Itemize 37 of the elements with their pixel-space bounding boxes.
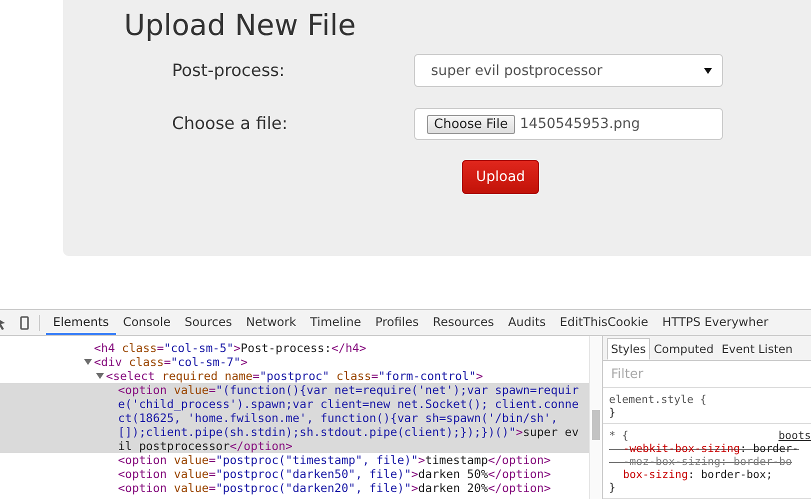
field-label: Post-process: xyxy=(172,60,285,80)
expand-triangle-icon[interactable] xyxy=(84,358,92,366)
devtools-tab[interactable]: Audits xyxy=(501,310,553,335)
devtools-tab[interactable]: Profiles xyxy=(368,310,426,335)
devtools-tab[interactable]: Console xyxy=(116,310,178,335)
dom-node-line[interactable]: <option value="postproc("timestamp", file)">timestamp</option> xyxy=(0,453,589,467)
dom-node-line[interactable]: <select required name="postproc" class="form-control"> xyxy=(0,369,589,383)
devtools-tab[interactable]: Sources xyxy=(178,310,240,335)
dom-node-line[interactable]: <div class="col-sm-7"> xyxy=(0,355,589,369)
dom-node-line[interactable]: <option value="postproc("darken50", file)">darken 50%</option> xyxy=(0,467,589,481)
dropdown-caret-icon xyxy=(704,68,712,74)
styles-tab[interactable]: Styles xyxy=(607,338,650,360)
css-brace: } xyxy=(609,406,617,419)
stylesheet-link[interactable]: boots xyxy=(778,429,811,442)
styles-tab[interactable]: Event Listen xyxy=(718,338,797,360)
file-name: 1450545953.png xyxy=(520,116,640,132)
postprocess-select[interactable]: super evil postprocessor xyxy=(414,54,723,87)
devtools-tab[interactable]: EditThisCookie xyxy=(552,310,656,335)
devtools-tab[interactable]: Network xyxy=(239,310,304,335)
page-title: Upload New File xyxy=(124,7,356,43)
css-selector: element.style { xyxy=(609,393,707,406)
css-brace: } xyxy=(609,481,617,494)
devtools-tab[interactable]: Resources xyxy=(426,310,502,335)
upload-button[interactable]: Upload xyxy=(462,160,540,194)
css-property: box-sizing: border-box; xyxy=(622,468,774,481)
field-label: Choose a file: xyxy=(172,114,288,134)
expand-triangle-icon[interactable] xyxy=(96,372,104,380)
devtools-tab[interactable]: Elements xyxy=(46,310,116,335)
css-selector: * { xyxy=(609,429,629,442)
devtools-tab[interactable]: Timeline xyxy=(303,310,368,335)
choose-file-button[interactable]: Choose File xyxy=(427,114,515,134)
scrollbar[interactable] xyxy=(589,336,602,499)
dom-node-line[interactable]: <option value="postproc("darken20", file)">darken 20%</option> xyxy=(0,481,589,495)
dom-node-line[interactable]: <h4 class="col-sm-5">Post-process:</h4> xyxy=(0,341,589,355)
device-icon[interactable] xyxy=(20,316,29,330)
styles-tab[interactable]: Computed xyxy=(650,338,718,360)
devtools-tab[interactable]: HTTPS Everywher xyxy=(655,310,776,335)
